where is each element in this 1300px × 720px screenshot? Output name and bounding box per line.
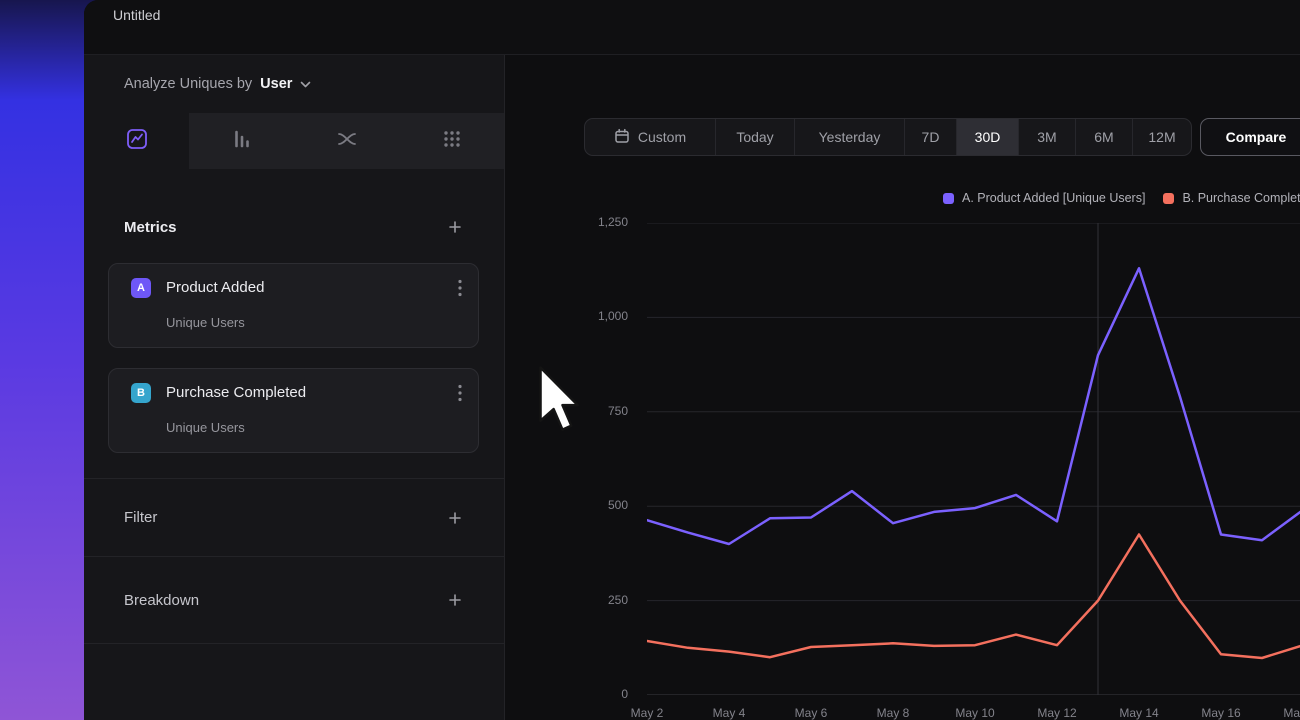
analyze-by-row: Analyze Uniques by User [84, 55, 504, 113]
sidebar: Analyze Uniques by User [84, 55, 505, 720]
range-today[interactable]: Today [716, 119, 795, 155]
range-30d[interactable]: 30D [957, 119, 1019, 155]
metric-title: Purchase Completed [166, 384, 306, 401]
x-tick-label: May 18 [1283, 706, 1300, 720]
chart-legend: A. Product Added [Unique Users] B. Purch… [943, 191, 1300, 205]
tab-flows[interactable] [294, 113, 399, 169]
filter-section: Filter [84, 478, 504, 556]
app-window: Untitled Analyze Uniques by User [84, 0, 1300, 720]
metric-card-b[interactable]: B Purchase Completed Unique Users [108, 368, 479, 453]
y-tick-label: 250 [608, 593, 628, 607]
breakdown-label: Breakdown [124, 592, 199, 609]
custom-range-button[interactable]: Custom [585, 119, 716, 155]
breakdown-section: Breakdown [84, 556, 504, 644]
tab-insights[interactable] [84, 113, 189, 169]
legend-swatch-b [1163, 193, 1174, 204]
range-3m[interactable]: 3M [1019, 119, 1076, 155]
series-line[interactable] [647, 535, 1300, 659]
analyze-by-value[interactable]: User [260, 76, 292, 92]
report-type-tabs [84, 113, 504, 169]
x-tick-label: May 10 [955, 706, 994, 720]
calendar-icon [614, 128, 630, 147]
y-tick-label: 1,000 [598, 309, 628, 323]
add-filter-button[interactable] [448, 511, 462, 525]
metric-menu-icon[interactable] [458, 384, 462, 407]
screen: Untitled Analyze Uniques by User [0, 0, 1300, 720]
y-tick-label: 500 [608, 498, 628, 512]
metric-card-a[interactable]: A Product Added Unique Users [108, 263, 479, 348]
legend-item-b[interactable]: B. Purchase Completed [Unique Users] [1163, 191, 1300, 205]
x-tick-label: May 4 [713, 706, 746, 720]
x-tick-label: May 6 [795, 706, 828, 720]
legend-label-a: A. Product Added [Unique Users] [962, 191, 1145, 205]
line-chart-icon [125, 127, 149, 156]
range-7d[interactable]: 7D [905, 119, 957, 155]
custom-range-label: Custom [638, 129, 686, 145]
bar-chart-icon [230, 127, 254, 156]
legend-swatch-a [943, 193, 954, 204]
metric-subtitle[interactable]: Unique Users [166, 315, 245, 330]
y-tick-label: 0 [621, 687, 628, 701]
x-tick-label: May 12 [1037, 706, 1076, 720]
report-title[interactable]: Untitled [113, 7, 160, 23]
chart-canvas[interactable] [647, 223, 1300, 695]
compare-button[interactable]: Compare [1200, 118, 1300, 156]
y-tick-label: 1,250 [598, 215, 628, 229]
tab-retention[interactable] [399, 113, 504, 169]
tab-funnels[interactable] [189, 113, 294, 169]
x-tick-label: May 8 [877, 706, 910, 720]
metric-badge-a: A [131, 278, 151, 298]
flows-icon [335, 127, 359, 156]
range-12m[interactable]: 12M [1133, 119, 1191, 155]
chevron-down-icon[interactable] [300, 75, 311, 93]
x-tick-label: May 14 [1119, 706, 1158, 720]
metric-title: Product Added [166, 279, 264, 296]
x-tick-label: May 16 [1201, 706, 1240, 720]
filter-label: Filter [124, 509, 157, 526]
legend-item-a[interactable]: A. Product Added [Unique Users] [943, 191, 1145, 205]
metrics-title: Metrics [124, 219, 177, 236]
date-range-group: Custom Today Yesterday 7D 30D 3M 6M 12M [584, 118, 1192, 156]
metric-subtitle[interactable]: Unique Users [166, 420, 245, 435]
x-axis-labels: May 2May 4May 6May 8May 10May 12May 14Ma… [647, 706, 1300, 720]
analyze-by-label: Analyze Uniques by [124, 76, 252, 92]
add-breakdown-button[interactable] [448, 593, 462, 607]
metric-badge-b: B [131, 383, 151, 403]
retention-grid-icon [440, 127, 464, 156]
chart-panel: Custom Today Yesterday 7D 30D 3M 6M 12M … [505, 55, 1300, 720]
metric-menu-icon[interactable] [458, 279, 462, 302]
series-line[interactable] [647, 268, 1300, 544]
y-axis-labels: 02505007501,0001,250 [505, 223, 628, 695]
plot-area[interactable] [647, 223, 1300, 695]
x-tick-label: May 2 [631, 706, 664, 720]
legend-label-b: B. Purchase Completed [Unique Users] [1182, 191, 1300, 205]
y-tick-label: 750 [608, 404, 628, 418]
range-yesterday[interactable]: Yesterday [795, 119, 905, 155]
add-metric-button[interactable] [448, 220, 462, 234]
topbar: Untitled [84, 0, 1300, 55]
metrics-header: Metrics [124, 205, 462, 249]
range-6m[interactable]: 6M [1076, 119, 1133, 155]
